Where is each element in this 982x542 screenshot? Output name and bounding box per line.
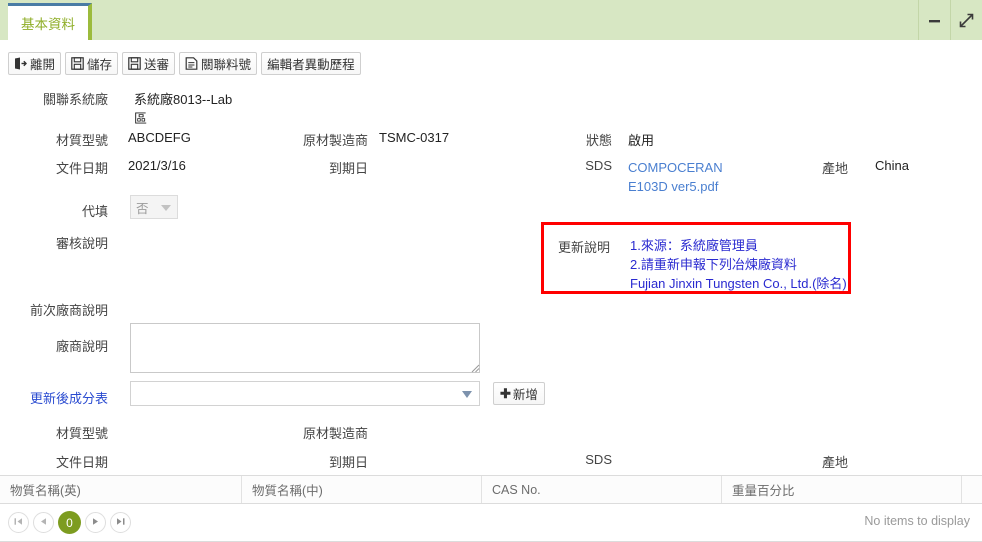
tab-basic-info[interactable]: 基本資料 [8,3,92,40]
save-icon [71,57,84,70]
proxy-fill-label: 代填 [81,204,108,219]
expiry-date-label: 到期日 [328,161,368,176]
update-note-highlight-box: 更新說明 1.來源：系統廠管理員 2.請重新申報下列冶煉廠資料 Fujian J… [541,222,851,294]
grid-col-cas-no[interactable]: CAS No. [482,476,722,503]
grid-col-weight-percent[interactable]: 重量百分比 [722,476,962,503]
update-note-label: 更新說明 [558,240,611,255]
origin-value: China [875,158,909,173]
grid-col-cas-no-label: CAS No. [492,482,541,497]
vendor-note-label: 廠商說明 [55,339,108,354]
doc-date-label: 文件日期 [55,161,108,176]
previous-vendor-note-label: 前次廠商說明 [29,303,108,318]
add-button-label: 新增 [512,388,538,402]
update-note-text: 1.來源：系統廠管理員 2.請重新申報下列冶煉廠資料 Fujian Jinxin… [630,238,847,291]
material-model-label: 材質型號 [55,133,108,148]
grid-col-weight-percent-label: 重量百分比 [732,484,795,498]
window-controls [918,0,982,40]
add-button[interactable]: ✚ 新增 [493,382,545,405]
doc-date-value: 2021/3/16 [128,158,186,173]
related-part-number-button-label: 關聯料號 [201,58,252,72]
save-button-label: 儲存 [87,58,113,72]
expand-button[interactable] [950,0,982,40]
grid-header-row: 物質名稱(英) 物質名稱(中) CAS No. 重量百分比 [0,476,982,504]
updated-composition-label: 更新後成分表 [29,391,108,406]
submit-icon [128,57,141,70]
minimize-icon [928,14,941,27]
grid-col-substance-en-label: 物質名稱(英) [10,484,81,498]
status-label: 狀態 [585,133,612,148]
sds-file-link[interactable]: COMPOCERAN E103D ver5.pdf [628,158,723,196]
tab-label: 基本資料 [21,17,75,32]
expand-icon [959,13,974,28]
save-button[interactable]: 儲存 [65,52,119,75]
sub-origin-label: 產地 [821,455,848,470]
window-title-bar: 基本資料 [0,0,982,40]
proxy-fill-dropdown[interactable]: 否 [130,195,178,219]
status-value: 啟用 [628,133,655,148]
sub-expiry-date-label: 到期日 [328,455,368,470]
next-page-icon [90,515,101,530]
sub-manufacturer-label: 原材製造商 [302,426,368,441]
pager-next-button[interactable] [85,512,106,533]
grid-col-substance-zh-label: 物質名稱(中) [252,484,323,498]
vendor-note-textarea[interactable] [130,323,480,373]
grid-footer: 0 No items to display [0,504,982,541]
sub-material-model-label: 材質型號 [55,426,108,441]
prev-page-icon [38,515,49,530]
grid-pager: 0 [0,511,131,534]
editor-history-button-label: 編輯者異動歷程 [267,58,355,72]
action-toolbar: 離開 儲存 送審 關聯料號 編輯者異動歷程 [8,52,361,75]
sub-sds-label: SDS [585,452,612,467]
grid-col-substance-en[interactable]: 物質名稱(英) [0,476,242,503]
manufacturer-value: TSMC-0317 [379,130,450,145]
leave-button-label: 離開 [30,58,56,72]
related-plant-value: 系統廠8013--Lab 區 [134,92,233,126]
exit-icon [14,57,27,70]
manufacturer-label: 原材製造商 [302,133,368,148]
submit-review-button-label: 送審 [144,58,170,72]
review-note-label: 審核說明 [55,236,108,251]
chevron-down-icon [161,205,171,211]
composition-grid: 物質名稱(英) 物質名稱(中) CAS No. 重量百分比 0 No items… [0,475,982,542]
material-model-value: ABCDEFG [128,130,191,145]
chevron-down-icon [462,391,472,398]
pager-first-button[interactable] [8,512,29,533]
grid-col-spacer [962,476,982,503]
pager-current-page-label: 0 [66,515,73,530]
proxy-fill-value: 否 [136,201,149,216]
pager-current-page[interactable]: 0 [58,511,81,534]
first-page-icon [13,515,24,530]
leave-button[interactable]: 離開 [8,52,62,75]
grid-col-substance-zh[interactable]: 物質名稱(中) [242,476,482,503]
pager-last-button[interactable] [110,512,131,533]
sub-doc-date-label: 文件日期 [55,455,108,470]
updated-composition-dropdown[interactable] [130,381,480,406]
related-part-number-button[interactable]: 關聯料號 [179,52,258,75]
minimize-button[interactable] [918,0,950,40]
plus-icon: ✚ [500,386,511,401]
pager-prev-button[interactable] [33,512,54,533]
grid-empty-message: No items to display [864,514,970,528]
last-page-icon [115,515,126,530]
sds-label: SDS [585,158,612,173]
submit-review-button[interactable]: 送審 [122,52,176,75]
origin-label: 產地 [821,161,848,176]
related-plant-label: 關聯系統廠 [42,92,108,107]
document-icon [185,57,198,70]
editor-history-button[interactable]: 編輯者異動歷程 [261,52,361,75]
